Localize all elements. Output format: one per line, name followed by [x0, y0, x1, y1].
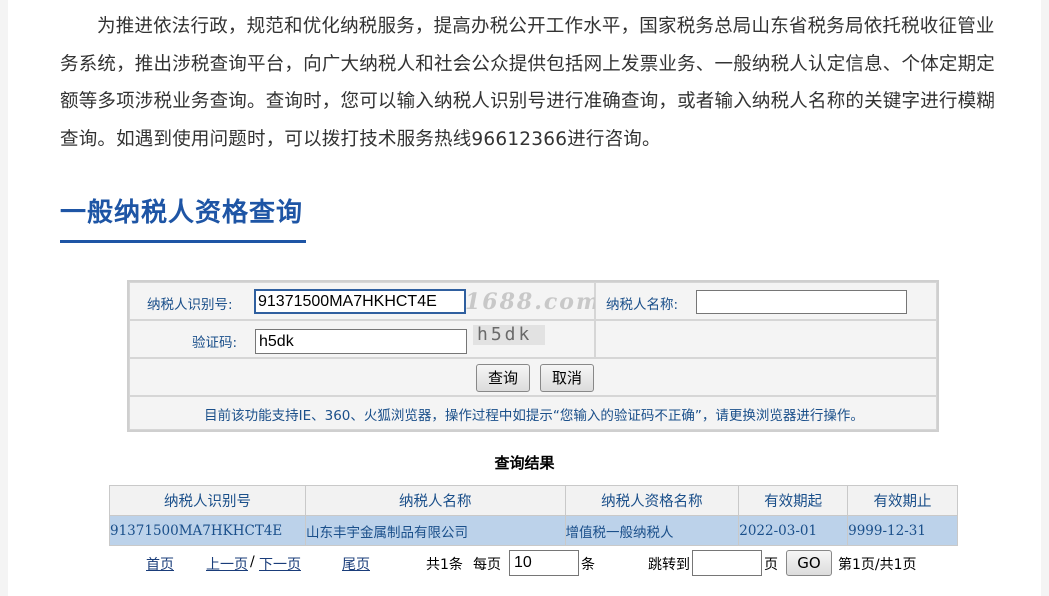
column-header: 有效期止: [847, 485, 958, 516]
table-header-row: 纳税人识别号 纳税人名称 纳税人资格名称 有效期起 有效期止: [109, 485, 958, 516]
go-button[interactable]: GO: [786, 550, 832, 576]
captcha-input[interactable]: h5dk: [255, 329, 467, 354]
cancel-button[interactable]: 取消: [540, 364, 594, 392]
cell-valid-to: 9999-12-31: [847, 515, 958, 546]
browser-note: 目前该功能支持IE、360、火狐浏览器，操作过程中如提示“您输入的验证码不正确”…: [204, 408, 864, 424]
query-form: 纳税人识别号: 91371500MA7HKHCT4E 1688.com 纳税人名…: [127, 280, 939, 432]
first-page-link[interactable]: 首页: [146, 554, 174, 574]
page-unit: 页: [764, 557, 778, 573]
jump-label: 跳转到: [648, 557, 690, 573]
captcha-image[interactable]: h5dk: [473, 325, 545, 345]
taxpayer-name-input[interactable]: [696, 290, 907, 314]
watermark: 1688.com: [465, 289, 602, 315]
column-header: 纳税人识别号: [109, 485, 306, 516]
captcha-label: 验证码:: [192, 335, 238, 351]
tax-id-input[interactable]: 91371500MA7HKHCT4E: [254, 289, 466, 314]
intro-paragraph: 为推进依法行政，规范和优化纳税服务，提高办税公开工作水平，国家税务总局山东省税务…: [60, 16, 996, 150]
items-unit: 条: [581, 557, 595, 573]
column-header: 有效期起: [738, 485, 849, 516]
taxpayer-name-label: 纳税人名称:: [606, 297, 679, 313]
prev-page-link[interactable]: 上一页: [206, 554, 248, 574]
table-row[interactable]: 91371500MA7HKHCT4E 山东丰宇金属制品有限公司 增值税一般纳税人…: [109, 515, 958, 546]
form-cell-captcha: 验证码: h5dk h5dk: [129, 320, 595, 358]
form-cell-buttons: 查询 取消: [129, 358, 937, 396]
form-cell-name: 纳税人名称:: [595, 282, 937, 320]
form-cell-empty: [595, 320, 937, 358]
per-page-label: 每页: [473, 557, 501, 573]
form-cell-note: 目前该功能支持IE、360、火狐浏览器，操作过程中如提示“您输入的验证码不正确”…: [129, 396, 937, 430]
results-table: 纳税人识别号 纳税人名称 纳税人资格名称 有效期起 有效期止 91371500M…: [109, 485, 958, 546]
pagination: 首页 上一页 / 下一页 尾页 共1条 每页 10 条 跳转到 页 GO 第1页…: [0, 549, 1049, 577]
cell-tax-id: 91371500MA7HKHCT4E: [109, 515, 306, 546]
results-title: 查询结果: [494, 454, 555, 472]
page: 为推进依法行政，规范和优化纳税服务，提高办税公开工作水平，国家税务总局山东省税务…: [8, 0, 1041, 596]
tax-id-label: 纳税人识别号:: [147, 297, 233, 313]
jump-page-input[interactable]: [692, 550, 762, 576]
form-cell-tax-id: 纳税人识别号: 91371500MA7HKHCT4E 1688.com: [129, 282, 599, 320]
title-underline: [60, 240, 306, 243]
next-page-link[interactable]: 下一页: [259, 554, 301, 574]
per-page-input[interactable]: 10: [509, 550, 579, 576]
pager-slash: /: [250, 554, 255, 570]
cell-qualification: 增值税一般纳税人: [564, 515, 740, 546]
column-header: 纳税人名称: [304, 485, 566, 516]
column-header: 纳税人资格名称: [564, 485, 740, 516]
total-count: 共1条: [426, 557, 463, 573]
cell-valid-from: 2022-03-01: [738, 515, 849, 546]
cell-taxpayer-name: 山东丰宇金属制品有限公司: [304, 515, 566, 546]
query-button[interactable]: 查询: [476, 364, 530, 392]
last-page-link[interactable]: 尾页: [342, 554, 370, 574]
page-status: 第1页/共1页: [838, 557, 917, 573]
page-title: 一般纳税人资格查询: [60, 198, 304, 228]
